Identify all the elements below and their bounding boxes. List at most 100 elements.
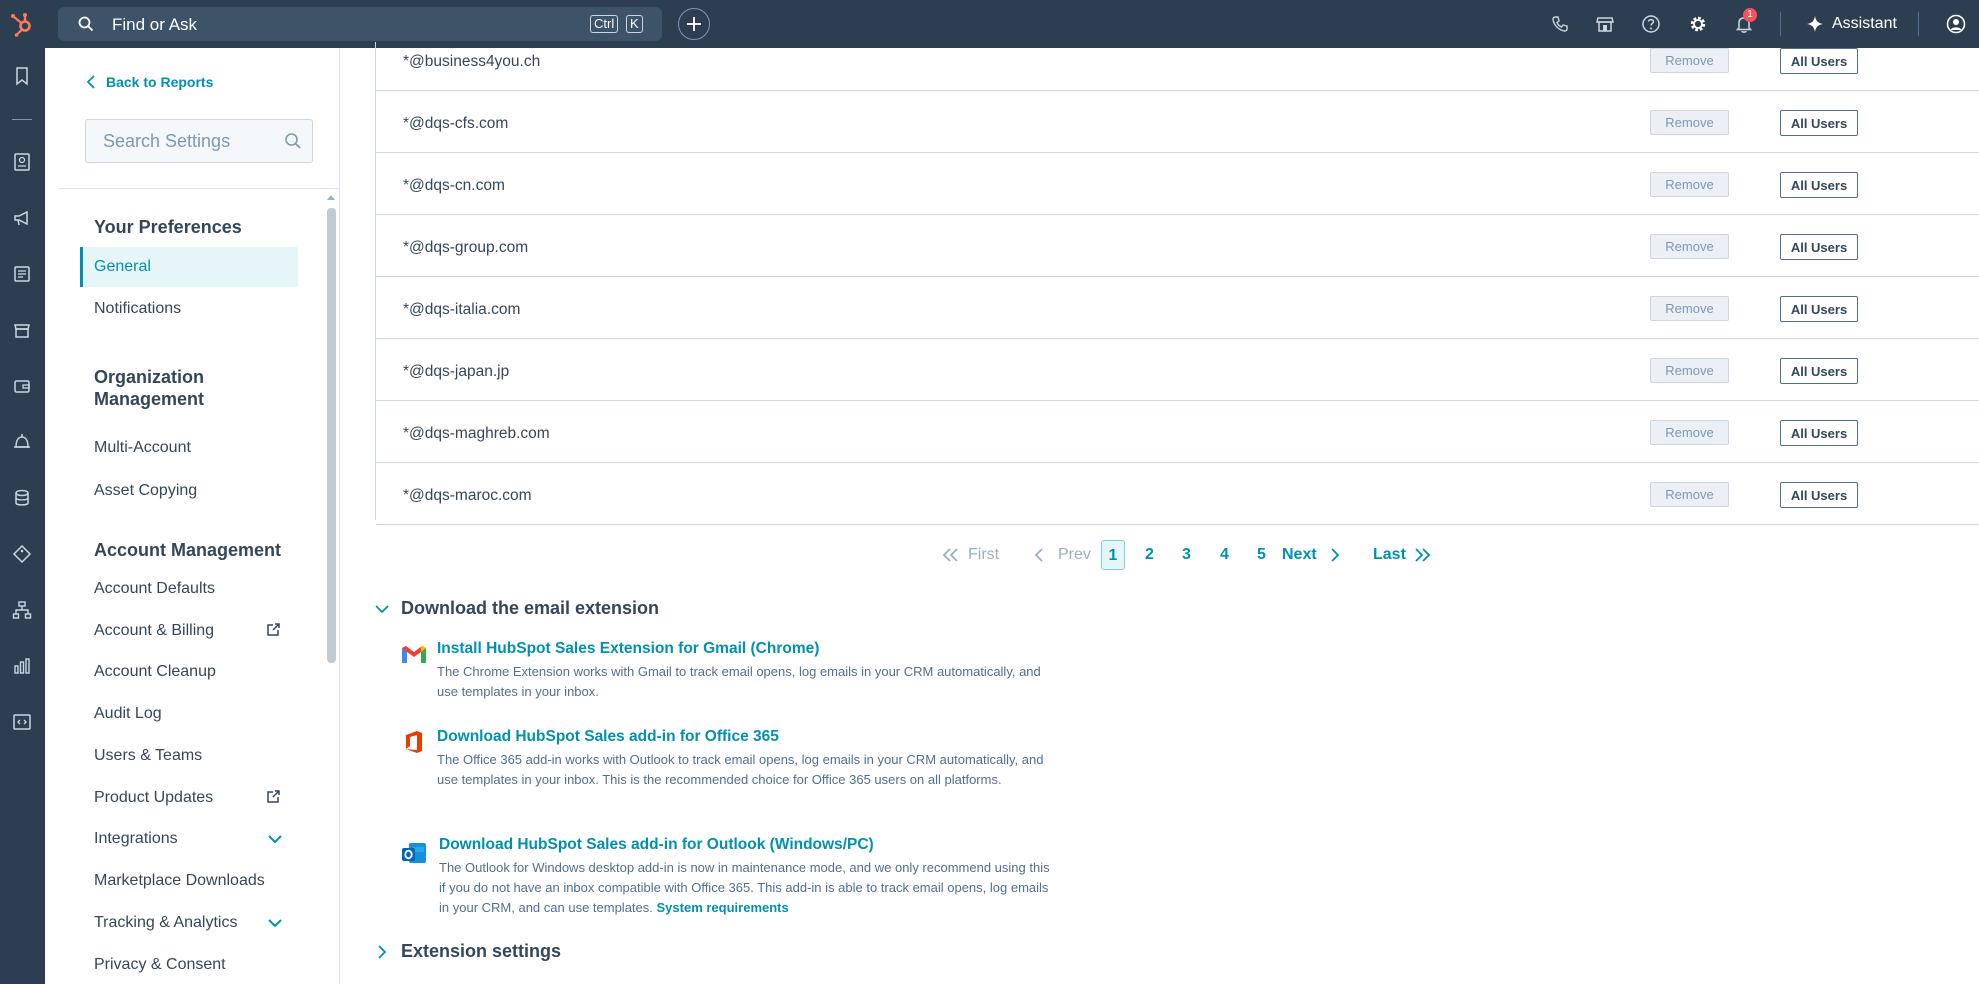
wallet-icon[interactable] (12, 376, 32, 396)
gmail-extension-item: Install HubSpot Sales Extension for Gmai… (400, 640, 1041, 712)
sidebar-item-general-label[interactable]: General (94, 257, 151, 277)
sidebar-item-users-teams[interactable]: Users & Teams (94, 746, 202, 766)
rail-divider (12, 119, 32, 120)
remove-button[interactable]: Remove (1650, 234, 1729, 259)
domain-cell: *@dqs-maghreb.com (403, 425, 550, 442)
sidebar-item-account-defaults[interactable]: Account Defaults (94, 579, 215, 599)
extension-settings-heading: Extension settings (401, 941, 562, 961)
left-icon-rail (0, 48, 45, 984)
domain-cell: *@dqs-group.com (403, 239, 529, 256)
download-extension-toggle[interactable]: Download the email extension (375, 598, 659, 619)
reports-icon[interactable] (12, 656, 32, 676)
chevron-down-icon[interactable] (267, 833, 283, 845)
extension-settings-toggle[interactable]: Extension settings (375, 941, 561, 962)
notification-count-badge: 1 (1743, 8, 1757, 22)
double-chevron-left-icon (942, 548, 958, 562)
global-search-placeholder: Find or Ask (112, 15, 198, 34)
sidebar-item-privacy-consent[interactable]: Privacy & Consent (94, 955, 226, 975)
remove-button[interactable]: Remove (1650, 482, 1729, 507)
settings-search-input[interactable] (86, 120, 276, 162)
search-icon (78, 16, 94, 32)
domain-cell: *@dqs-italia.com (403, 301, 521, 318)
table-row: *@dqs-japan.jp Remove All Users (376, 339, 1979, 401)
sidebar-item-audit-log[interactable]: Audit Log (94, 704, 162, 724)
pagination-page-2[interactable]: 2 (1145, 540, 1154, 570)
pagination-page-4[interactable]: 4 (1220, 540, 1229, 570)
table-row: *@business4you.ch Remove All Users (376, 29, 1979, 91)
tag-icon[interactable] (12, 544, 32, 564)
domain-cell: *@business4you.ch (403, 53, 541, 70)
commerce-icon[interactable] (12, 320, 32, 340)
table-row: *@dqs-group.com Remove All Users (376, 215, 1979, 277)
code-icon[interactable] (12, 712, 32, 732)
org-chart-icon[interactable] (12, 600, 32, 620)
all-users-button[interactable]: All Users (1780, 296, 1858, 322)
main-content: *@business4you.ch Remove All Users *@dqs… (340, 42, 1979, 984)
contacts-icon[interactable] (12, 152, 32, 172)
pagination-prev[interactable]: Prev (1058, 540, 1091, 570)
settings-search-box[interactable] (85, 119, 313, 163)
back-to-reports-label: Back to Reports (106, 74, 214, 90)
sidebar-item-product-updates[interactable]: Product Updates (94, 788, 213, 808)
all-users-button[interactable]: All Users (1780, 172, 1858, 198)
sidebar-divider (58, 188, 339, 189)
settings-sidebar: Back to Reports Your Preferences General… (58, 48, 340, 984)
hubspot-logo-icon[interactable] (8, 11, 34, 37)
pagination-last[interactable]: Last (1373, 540, 1406, 570)
domain-cell: *@dqs-maroc.com (403, 487, 532, 504)
all-users-button[interactable]: All Users (1780, 420, 1858, 446)
all-users-button[interactable]: All Users (1780, 358, 1858, 384)
domain-cell: *@dqs-cfs.com (403, 115, 509, 132)
system-requirements-link[interactable]: System requirements (657, 900, 789, 915)
domain-cell: *@dqs-japan.jp (403, 363, 510, 380)
sidebar-item-multi-account[interactable]: Multi-Account (94, 438, 191, 458)
pagination-page-5[interactable]: 5 (1257, 540, 1266, 570)
back-to-reports-link[interactable]: Back to Reports (86, 74, 213, 90)
sidebar-item-marketplace-downloads[interactable]: Marketplace Downloads (94, 871, 265, 891)
remove-button[interactable]: Remove (1650, 172, 1729, 197)
sidebar-item-asset-copying[interactable]: Asset Copying (94, 481, 197, 501)
remove-button[interactable]: Remove (1650, 296, 1729, 321)
chevron-down-icon[interactable] (267, 917, 283, 929)
pagination-page-3[interactable]: 3 (1182, 540, 1191, 570)
remove-button[interactable]: Remove (1650, 420, 1729, 445)
pagination-page-1[interactable]: 1 (1101, 540, 1125, 570)
pagination-first[interactable]: First (968, 540, 999, 570)
section-heading-your-preferences: Your Preferences (94, 217, 242, 237)
all-users-button[interactable]: All Users (1780, 482, 1858, 508)
sidebar-item-integrations[interactable]: Integrations (94, 829, 178, 849)
sidebar-item-notifications[interactable]: Notifications (94, 299, 181, 319)
office365-addin-link[interactable]: Download HubSpot Sales add-in for Office… (437, 728, 779, 746)
table-row: *@dqs-maghreb.com Remove All Users (376, 401, 1979, 463)
remove-button[interactable]: Remove (1650, 358, 1729, 383)
remove-button[interactable]: Remove (1650, 110, 1729, 135)
service-icon[interactable] (12, 432, 32, 452)
bookmark-icon[interactable] (12, 66, 32, 86)
gmail-icon (402, 646, 426, 663)
megaphone-icon[interactable] (12, 208, 32, 228)
double-chevron-right-icon (1415, 548, 1431, 562)
search-icon (285, 133, 301, 149)
all-users-button[interactable]: All Users (1780, 110, 1858, 136)
sidebar-scrollbar[interactable] (327, 208, 336, 663)
sidebar-item-tracking-analytics[interactable]: Tracking & Analytics (94, 913, 237, 933)
domain-cell: *@dqs-cn.com (403, 177, 505, 194)
table-row: *@dqs-cn.com Remove All Users (376, 153, 1979, 215)
office365-addin-item: Download HubSpot Sales add-in for Office… (400, 728, 1043, 818)
data-icon[interactable] (12, 488, 32, 508)
table-row: *@dqs-italia.com Remove All Users (376, 277, 1979, 339)
gmail-extension-link[interactable]: Install HubSpot Sales Extension for Gmai… (437, 640, 819, 658)
sidebar-item-account-cleanup[interactable]: Account Cleanup (94, 662, 216, 682)
sidebar-item-account-billing[interactable]: Account & Billing (94, 621, 214, 641)
chevron-down-icon (375, 604, 389, 613)
download-extension-heading: Download the email extension (401, 598, 660, 618)
outlook-addin-link[interactable]: Download HubSpot Sales add-in for Outloo… (439, 836, 874, 854)
office-icon (406, 731, 422, 753)
all-users-button[interactable]: All Users (1780, 48, 1858, 74)
pagination-next[interactable]: Next (1282, 540, 1317, 570)
all-users-button[interactable]: All Users (1780, 234, 1858, 260)
content-icon[interactable] (12, 264, 32, 284)
gmail-extension-description: The Chrome Extension works with Gmail to… (437, 664, 1041, 699)
scroll-up-arrow-icon[interactable] (326, 193, 336, 201)
remove-button[interactable]: Remove (1650, 48, 1729, 73)
